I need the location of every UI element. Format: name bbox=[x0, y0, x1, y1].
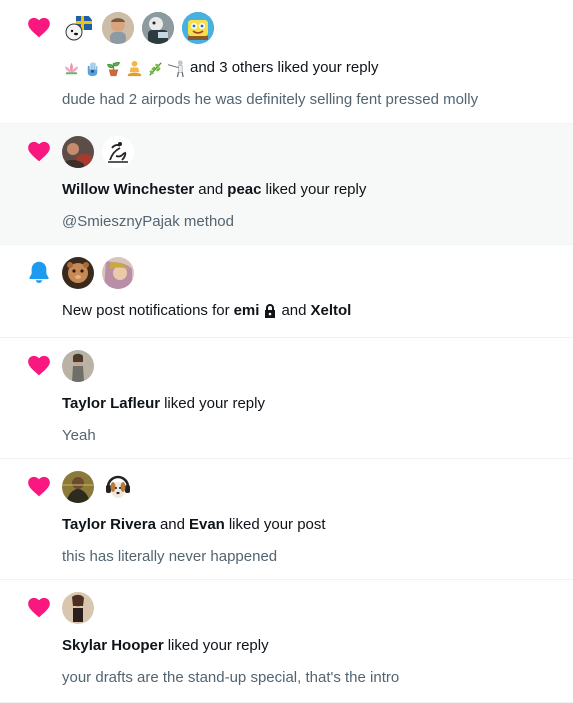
herb-emoji bbox=[149, 61, 162, 76]
lotus-emoji bbox=[64, 62, 79, 74]
user-name[interactable]: emi bbox=[234, 301, 260, 321]
fencing-emoji bbox=[167, 59, 184, 77]
avatar[interactable] bbox=[62, 471, 94, 503]
notification-item[interactable]: Willow Winchester and peac liked your re… bbox=[0, 124, 573, 245]
avatar[interactable] bbox=[102, 136, 134, 168]
notification-item[interactable]: Skylar Hooper liked your reply your draf… bbox=[0, 580, 573, 703]
meditating-person-emoji bbox=[127, 60, 142, 76]
hamsa-emoji bbox=[87, 61, 98, 76]
lock-icon bbox=[265, 304, 276, 318]
avatar[interactable] bbox=[62, 12, 94, 44]
post-snippet[interactable]: dude had 2 airpods he was definitely sel… bbox=[62, 90, 478, 110]
notification-text: and 3 others liked your reply bbox=[62, 58, 378, 78]
heart-icon bbox=[26, 14, 52, 40]
post-snippet[interactable]: this has literally never happened bbox=[62, 547, 277, 567]
user-name[interactable]: Taylor Rivera bbox=[62, 515, 156, 535]
heart-icon bbox=[26, 352, 52, 378]
avatar[interactable] bbox=[102, 12, 134, 44]
notification-item[interactable]: and 3 others liked your reply dude had 2… bbox=[0, 0, 573, 124]
user-name[interactable]: Willow Winchester bbox=[62, 180, 194, 200]
notification-suffix: and 3 others liked your reply bbox=[190, 59, 379, 76]
notification-text: Skylar Hooper liked your reply bbox=[62, 636, 269, 656]
avatar[interactable] bbox=[62, 136, 94, 168]
user-name[interactable]: Evan bbox=[189, 515, 225, 535]
avatar[interactable] bbox=[62, 350, 94, 382]
notification-item[interactable]: New post notifications for emi and Xelto… bbox=[0, 245, 573, 338]
avatar[interactable] bbox=[102, 471, 134, 503]
avatar[interactable] bbox=[142, 12, 174, 44]
notification-item[interactable]: Taylor Lafleur liked your reply Yeah bbox=[0, 338, 573, 459]
notification-item[interactable]: Taylor Rivera and Evan liked your post t… bbox=[0, 459, 573, 580]
bell-icon bbox=[26, 259, 52, 285]
user-name[interactable]: peac bbox=[227, 180, 261, 200]
user-name[interactable]: Skylar Hooper bbox=[62, 636, 164, 656]
avatar[interactable] bbox=[102, 257, 134, 289]
post-snippet[interactable]: your drafts are the stand-up special, th… bbox=[62, 668, 399, 688]
avatar[interactable] bbox=[62, 257, 94, 289]
notification-text: Willow Winchester and peac liked your re… bbox=[62, 180, 367, 200]
notification-text: Taylor Rivera and Evan liked your post bbox=[62, 515, 326, 535]
heart-icon bbox=[26, 138, 52, 164]
notification-text: Taylor Lafleur liked your reply bbox=[62, 394, 265, 414]
potted-plant-emoji bbox=[106, 61, 121, 76]
post-snippet[interactable]: @SmiesznyPajak method bbox=[62, 212, 234, 232]
notification-text: New post notifications for emi and Xelto… bbox=[62, 301, 352, 321]
heart-icon bbox=[26, 473, 52, 499]
avatar[interactable] bbox=[182, 12, 214, 44]
user-name[interactable]: Xeltol bbox=[310, 301, 351, 321]
avatar[interactable] bbox=[62, 592, 94, 624]
post-snippet[interactable]: Yeah bbox=[62, 426, 96, 446]
user-name[interactable]: Taylor Lafleur bbox=[62, 394, 160, 414]
heart-icon bbox=[26, 594, 52, 620]
